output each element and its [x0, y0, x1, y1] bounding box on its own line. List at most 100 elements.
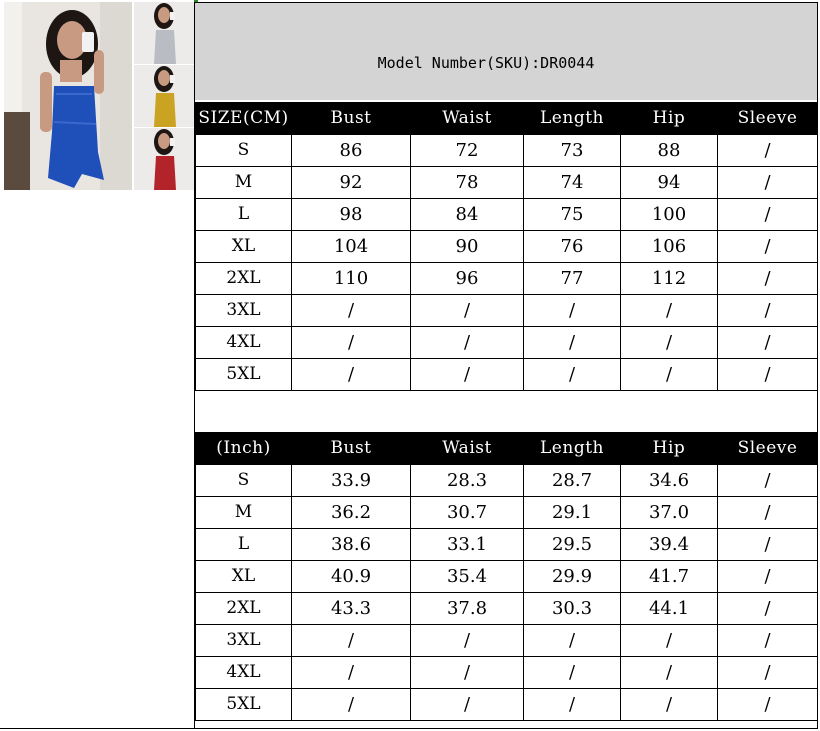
table-row: L 98 84 75 100/: [195, 198, 818, 231]
measurement-cell: 73: [523, 134, 621, 167]
size-label-cell: 4XL: [195, 656, 292, 689]
column-header: Sleeve: [717, 432, 818, 465]
measurement-cell: /: [523, 294, 621, 327]
measurement-cell: /: [620, 688, 718, 721]
measurement-cell: /: [410, 656, 524, 689]
column-header: Waist: [410, 432, 524, 465]
measurement-cell: 92: [291, 166, 411, 199]
size-label-cell: S: [195, 464, 292, 497]
thumbnail-red-dress: [134, 128, 194, 190]
measurement-cell: 38.6: [291, 528, 411, 561]
size-label-cell: 5XL: [195, 358, 292, 391]
table-row: 3XL / / / / /: [195, 294, 818, 327]
measurement-cell: 44.1: [620, 592, 718, 625]
measurement-cell: /: [717, 656, 818, 689]
table-row: M 36.2 30.7 29.1 37.0/: [195, 496, 818, 529]
measurement-cell: /: [291, 294, 411, 327]
measurement-cell: /: [717, 294, 818, 327]
table-row: 4XL / / / / /: [195, 326, 818, 359]
measurement-cell: 29.1: [523, 496, 621, 529]
table-row: 2XL 43.3 37.8 30.3 44.1/: [195, 592, 818, 625]
column-header: Waist: [410, 102, 524, 135]
measurement-cell: 74: [523, 166, 621, 199]
measurement-cell: /: [717, 230, 818, 263]
measurement-cell: 98: [291, 198, 411, 231]
measurement-cell: /: [620, 358, 718, 391]
measurement-cell: /: [717, 688, 818, 721]
column-header: Sleeve: [717, 102, 818, 135]
measurement-cell: 34.6: [620, 464, 718, 497]
size-label-cell: 5XL: [195, 688, 292, 721]
size-label-cell: 2XL: [195, 262, 292, 295]
table-row: 4XL / / / / /: [195, 656, 818, 689]
sku-header: Model Number(SKU):DR0044: [195, 3, 817, 100]
table-row: XL 40.9 35.4 29.9 41.7/: [195, 560, 818, 593]
table-row: M 92 78 74 94/: [195, 166, 818, 199]
measurement-cell: /: [523, 358, 621, 391]
table-row: S 86 72 73 88/: [195, 134, 818, 167]
measurement-cell: /: [620, 326, 718, 359]
measurement-cell: 29.5: [523, 528, 621, 561]
table-header-row: (Inch) Bust Waist Length Hip Sleeve: [195, 432, 818, 465]
frame-bottom-line: [0, 728, 818, 729]
measurement-cell: 76: [523, 230, 621, 263]
measurement-cell: 112: [620, 262, 718, 295]
measurement-cell: 30.7: [410, 496, 524, 529]
measurement-cell: /: [620, 294, 718, 327]
measurement-cell: 75: [523, 198, 621, 231]
table-row: 2XL 110 96 77 112/: [195, 262, 818, 295]
size-table-inch: (Inch) Bust Waist Length Hip Sleeve S 33.9 28.3 2…: [195, 432, 818, 721]
column-header: Length: [523, 432, 621, 465]
measurement-cell: 94: [620, 166, 718, 199]
measurement-cell: 43.3: [291, 592, 411, 625]
column-header: SIZE(CM): [195, 102, 292, 135]
thumbnail-grey-dress: [134, 2, 194, 64]
measurement-cell: /: [291, 624, 411, 657]
measurement-cell: 29.9: [523, 560, 621, 593]
measurement-cell: 78: [410, 166, 524, 199]
size-label-cell: 3XL: [195, 624, 292, 657]
measurement-cell: /: [410, 326, 524, 359]
measurement-cell: /: [717, 592, 818, 625]
table-row: 5XL / / / / /: [195, 688, 818, 721]
measurement-cell: /: [717, 624, 818, 657]
measurement-cell: 36.2: [291, 496, 411, 529]
measurement-cell: /: [717, 166, 818, 199]
measurement-cell: /: [291, 326, 411, 359]
measurement-cell: 72: [410, 134, 524, 167]
measurement-cell: 39.4: [620, 528, 718, 561]
measurement-cell: /: [717, 464, 818, 497]
measurement-cell: /: [620, 656, 718, 689]
measurement-cell: 84: [410, 198, 524, 231]
table-row: L 38.6 33.1 29.5 39.4/: [195, 528, 818, 561]
measurement-cell: 90: [410, 230, 524, 263]
measurement-cell: 35.4: [410, 560, 524, 593]
measurement-cell: /: [523, 326, 621, 359]
size-label-cell: M: [195, 166, 292, 199]
measurement-cell: /: [523, 688, 621, 721]
size-label-cell: 2XL: [195, 592, 292, 625]
measurement-cell: 110: [291, 262, 411, 295]
table-row: 3XL / / / / /: [195, 624, 818, 657]
measurement-cell: 37.8: [410, 592, 524, 625]
size-table-cm: SIZE(CM) Bust Waist Length Hip Sleeve S 86 72 73 8…: [195, 102, 818, 391]
measurement-cell: /: [291, 656, 411, 689]
column-header: Hip: [620, 102, 718, 135]
measurement-cell: 96: [410, 262, 524, 295]
measurement-cell: /: [410, 624, 524, 657]
measurement-cell: /: [717, 326, 818, 359]
measurement-cell: 33.9: [291, 464, 411, 497]
measurement-cell: /: [291, 358, 411, 391]
measurement-cell: 77: [523, 262, 621, 295]
measurement-cell: 100: [620, 198, 718, 231]
measurement-cell: 28.7: [523, 464, 621, 497]
measurement-cell: /: [410, 358, 524, 391]
size-label-cell: XL: [195, 560, 292, 593]
measurement-cell: /: [717, 496, 818, 529]
measurement-cell: /: [291, 688, 411, 721]
measurement-cell: 106: [620, 230, 718, 263]
measurement-cell: /: [717, 198, 818, 231]
table-spacer: [195, 399, 817, 431]
measurement-cell: 41.7: [620, 560, 718, 593]
table-row: S 33.9 28.3 28.7 34.6/: [195, 464, 818, 497]
